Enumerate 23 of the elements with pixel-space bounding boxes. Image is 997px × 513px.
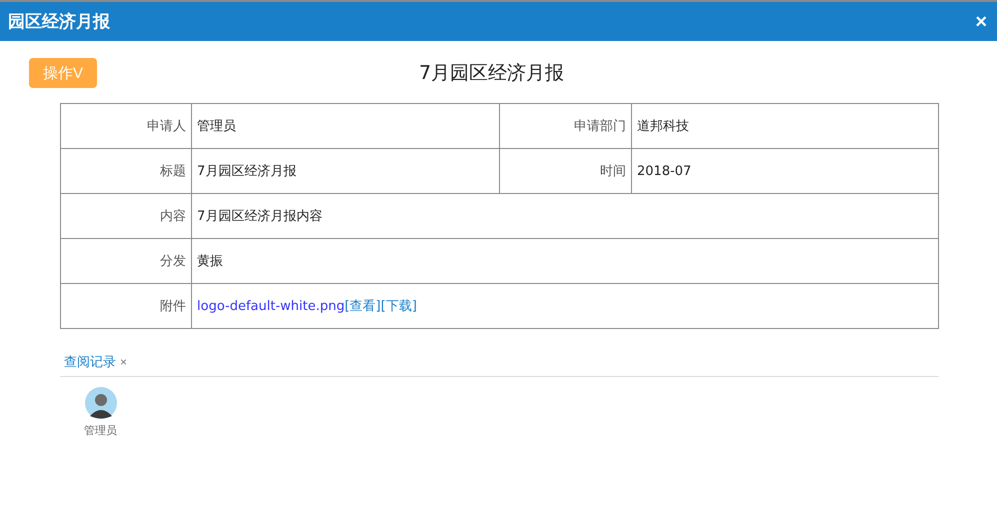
field-label: 内容 xyxy=(60,194,192,238)
attachment-action-link[interactable]: [下载] xyxy=(380,299,417,314)
avatar-icon xyxy=(84,387,116,419)
field-label: 附件 xyxy=(60,284,192,328)
report-heading: 7月园区经济月报 xyxy=(419,61,564,86)
window-title: 园区经济月报 xyxy=(8,11,110,33)
field-value: 7月园区经济月报内容 xyxy=(192,194,938,238)
attachment-action-link[interactable]: [查看] xyxy=(344,299,381,314)
field-value: 管理员 xyxy=(192,104,500,148)
attachment-link[interactable]: logo-default-white.png xyxy=(197,299,345,314)
close-button[interactable]: × xyxy=(973,12,989,32)
field-label: 申请人 xyxy=(60,104,192,148)
field-label: 时间 xyxy=(500,148,632,194)
field-label: 申请部门 xyxy=(500,104,632,148)
field-label: 分发 xyxy=(60,238,192,284)
tab-close-button[interactable]: × xyxy=(116,355,132,369)
field-value: 黄振 xyxy=(192,238,938,284)
tab[interactable]: 查阅记录 xyxy=(60,353,116,371)
field-value: 2018-07 xyxy=(632,148,938,194)
field-value: 道邦科技 xyxy=(632,104,938,148)
field-label: 标题 xyxy=(60,148,192,194)
field-value: 7月园区经济月报 xyxy=(192,148,500,194)
viewer-name: 管理员 xyxy=(84,423,117,438)
